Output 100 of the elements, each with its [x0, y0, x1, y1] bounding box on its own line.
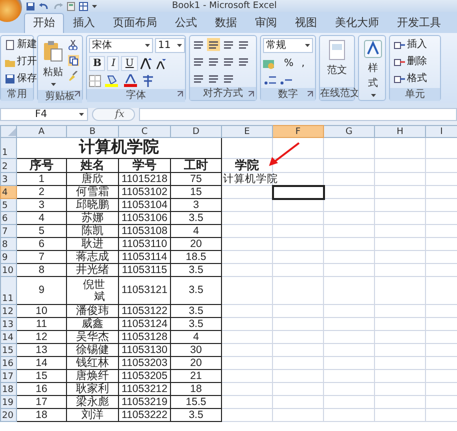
row-header[interactable]: 5 — [0, 198, 16, 212]
row-header[interactable]: 10 — [0, 264, 16, 276]
column-heading: 序号 — [30, 158, 54, 172]
table-cell: 8 — [38, 264, 44, 276]
row-header[interactable]: 4 — [0, 186, 16, 198]
group-label: 对齐方式 — [190, 87, 256, 100]
ribbon-button[interactable]: 插入 — [392, 38, 429, 52]
calculator-icon[interactable] — [67, 2, 75, 10]
copy-icon[interactable] — [68, 55, 79, 66]
table-cell: 4 — [193, 224, 199, 236]
styles-button[interactable]: 样式 — [361, 38, 385, 99]
name-box[interactable]: F4 — [0, 108, 88, 121]
arrow-annotation — [269, 142, 300, 166]
table-cell: 4 — [38, 212, 44, 224]
caret-icon[interactable] — [92, 4, 97, 8]
ribbon-tab[interactable]: 开发工具 — [388, 13, 450, 33]
ribbon-tab[interactable]: 插入 — [64, 13, 104, 33]
caret-icon[interactable] — [177, 44, 182, 47]
table-cell: 11053115 — [122, 264, 168, 276]
row-header[interactable]: 8 — [0, 238, 16, 250]
ribbon-tab[interactable]: 审阅 — [246, 13, 286, 33]
caret-icon[interactable] — [145, 44, 150, 47]
fill-color-icon[interactable] — [105, 74, 121, 87]
row-header[interactable]: 7 — [0, 224, 16, 238]
column-header[interactable]: H — [374, 126, 426, 138]
row-header[interactable]: 2 — [0, 158, 16, 172]
table-cell: 耿进 — [82, 238, 104, 250]
row-header[interactable]: 3 — [0, 172, 16, 186]
ribbon-button[interactable]: 打开 — [3, 55, 39, 69]
row-header[interactable]: 18 — [0, 382, 16, 396]
column-header[interactable]: B — [66, 126, 118, 138]
formula-input[interactable] — [139, 108, 457, 121]
row-header[interactable]: 15 — [0, 344, 16, 356]
column-header[interactable]: A — [16, 126, 66, 138]
underline-button[interactable]: U — [121, 56, 138, 71]
table-cell: 11053102 — [122, 186, 168, 198]
row-header[interactable]: 1 — [0, 138, 16, 158]
table-cell: 唐欣 — [82, 172, 104, 184]
active-cell[interactable] — [272, 186, 324, 198]
table-cell: 3.5 — [188, 284, 204, 296]
ribbon-button[interactable]: 新建 — [3, 38, 39, 52]
font-grow-icon[interactable] — [140, 57, 153, 70]
number-format-dropdown[interactable]: 常规 — [263, 38, 313, 53]
dialog-launcher-icon[interactable] — [248, 91, 254, 97]
delete-cells-icon — [394, 57, 405, 67]
dialog-launcher-icon[interactable] — [74, 91, 80, 97]
table-cell: 梁永彪 — [76, 396, 109, 408]
caret-icon[interactable] — [79, 113, 84, 116]
row-header[interactable]: 20 — [0, 408, 16, 422]
column-header[interactable]: D — [170, 126, 222, 138]
ribbon-button[interactable]: 删除 — [392, 55, 429, 69]
increase-decimal-icon[interactable] — [263, 74, 277, 86]
percent-button[interactable]: % — [281, 56, 297, 71]
column-header[interactable]: F — [272, 126, 324, 138]
column-header[interactable]: E — [222, 126, 272, 138]
column-header[interactable]: C — [118, 126, 170, 138]
comma-button[interactable]: , — [298, 56, 308, 71]
caret-icon[interactable] — [305, 44, 310, 47]
save-icon[interactable] — [26, 2, 35, 10]
ribbon-tab[interactable]: 美化大师 — [326, 13, 388, 33]
border-icon[interactable] — [89, 74, 103, 86]
group-label: 常用 — [1, 88, 33, 101]
bold-button[interactable]: B — [89, 56, 106, 71]
table-cell: 何雪霜 — [76, 186, 109, 198]
paste-button[interactable]: 粘贴 — [40, 38, 66, 88]
group-label: 单元 — [390, 88, 440, 101]
row-header[interactable]: 19 — [0, 396, 16, 408]
row-header[interactable]: 11 — [0, 276, 16, 304]
brush-icon[interactable] — [68, 71, 78, 81]
row-header[interactable]: 17 — [0, 370, 16, 382]
table-cell: 11053122 — [122, 304, 168, 316]
row-header[interactable]: 13 — [0, 318, 16, 330]
ribbon-tab[interactable]: 开始 — [24, 13, 64, 33]
dialog-launcher-icon[interactable] — [307, 91, 313, 97]
italic-button[interactable]: I — [107, 56, 120, 71]
row-header[interactable]: 14 — [0, 330, 16, 344]
ribbon-button[interactable]: 范文 — [324, 38, 350, 80]
row-header[interactable]: 9 — [0, 250, 16, 264]
group-label: 数字 — [261, 88, 315, 101]
insert-function-button[interactable]: fx — [92, 108, 136, 121]
ribbon-tab[interactable]: 数据 — [206, 13, 246, 33]
font-size-dropdown[interactable]: 11 — [155, 38, 185, 53]
ribbon-tab[interactable]: 公式 — [166, 13, 206, 33]
table-icon[interactable] — [79, 2, 88, 10]
dialog-launcher-icon[interactable] — [177, 91, 183, 97]
column-header[interactable]: I — [426, 126, 457, 138]
row-header[interactable]: 6 — [0, 212, 16, 224]
font-shrink-icon[interactable] — [154, 58, 167, 70]
ribbon-tab[interactable]: 页面布局 — [104, 13, 166, 33]
ribbon-button[interactable]: 格式 — [392, 72, 429, 86]
column-header[interactable]: G — [324, 126, 374, 138]
new-document-icon — [5, 40, 15, 50]
row-header[interactable]: 16 — [0, 356, 16, 370]
scissors-icon[interactable] — [68, 40, 78, 50]
font-color-icon[interactable] — [123, 74, 139, 87]
ribbon-tab[interactable]: 视图 — [286, 13, 326, 33]
undo-icon[interactable] — [39, 2, 49, 10]
row-header[interactable]: 12 — [0, 304, 16, 318]
font-name-dropdown[interactable]: 宋体 — [89, 38, 153, 53]
group-label: 字体 — [87, 89, 185, 102]
